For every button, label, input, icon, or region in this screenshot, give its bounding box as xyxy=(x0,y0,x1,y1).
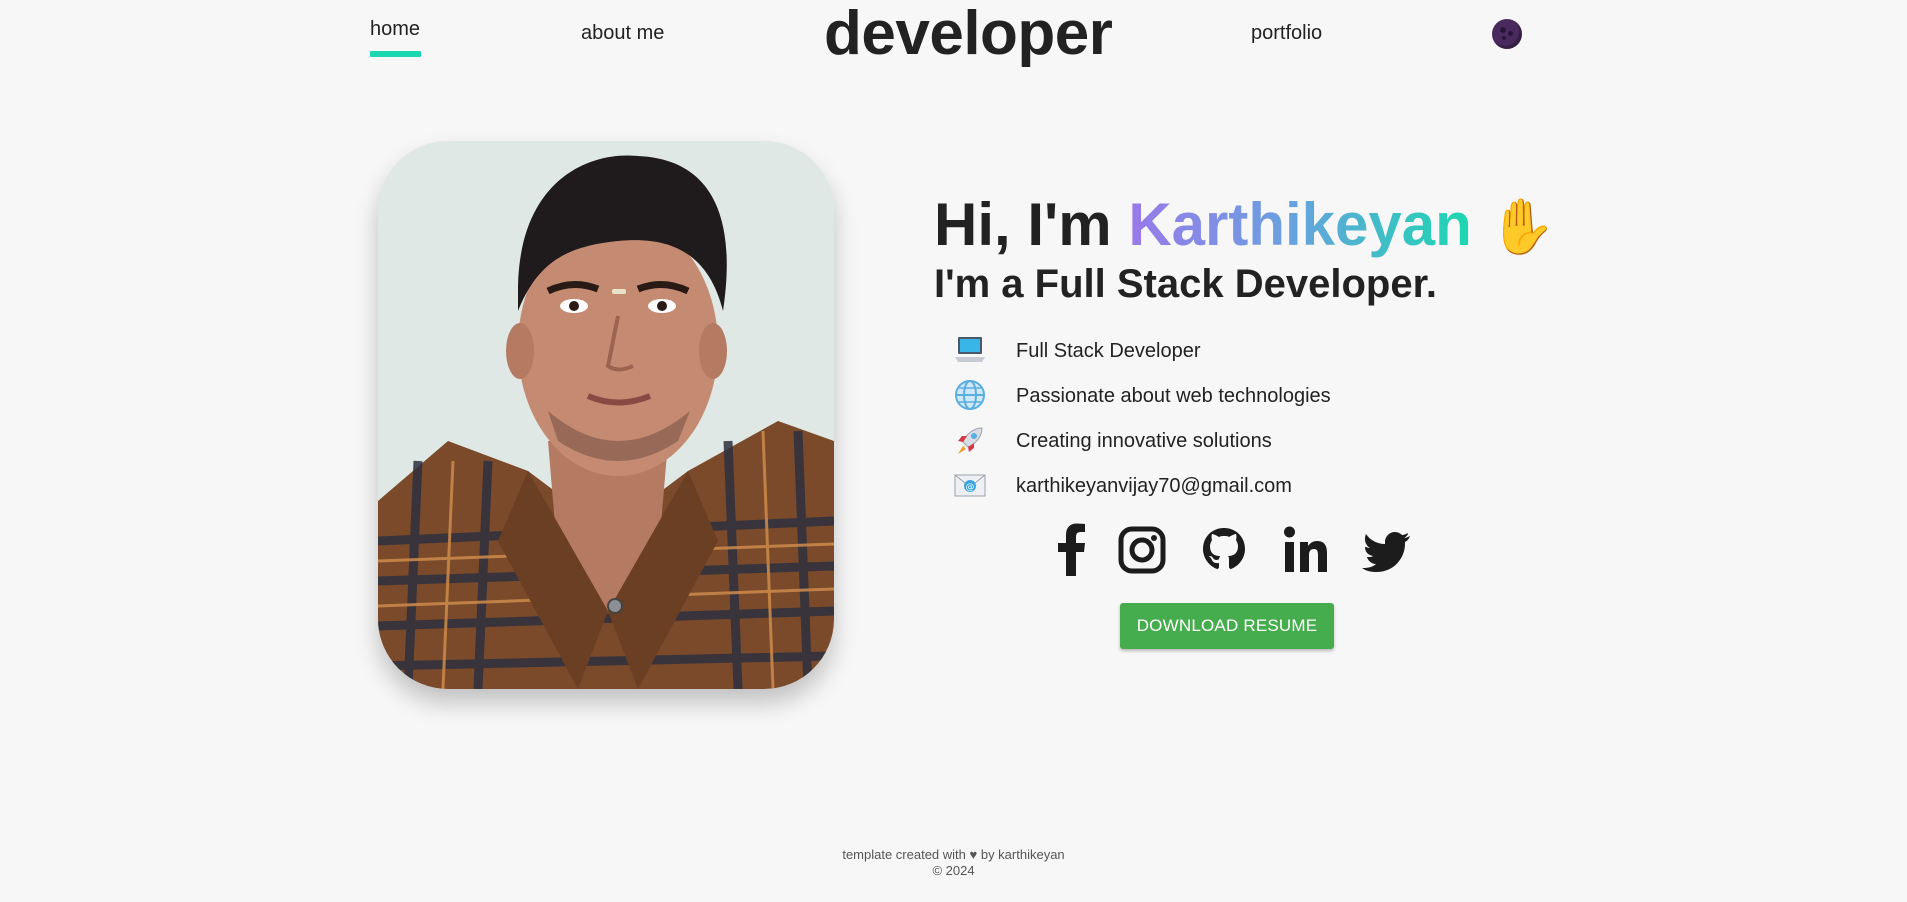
feature-text: Creating innovative solutions xyxy=(1016,430,1272,452)
nav-active-indicator xyxy=(370,51,421,57)
profile-photo-illustration xyxy=(378,141,834,689)
rocket-icon xyxy=(958,427,983,454)
hero-greeting: Hi, I'm xyxy=(934,191,1112,258)
globe-icon xyxy=(955,380,985,410)
email-icon: @ xyxy=(954,474,986,497)
feature-text: Full Stack Developer xyxy=(1016,340,1201,362)
profile-photo xyxy=(378,141,834,689)
feature-text: Passionate about web technologies xyxy=(1016,385,1331,407)
nav-home-link[interactable]: home xyxy=(370,18,421,57)
nav-portfolio-link[interactable]: portfolio xyxy=(1251,22,1322,45)
facebook-icon[interactable] xyxy=(1046,522,1098,578)
nav-home-label: home xyxy=(370,18,421,40)
top-nav: home about me developer portfolio xyxy=(0,0,1907,70)
site-logo[interactable]: developer xyxy=(824,0,1113,69)
theme-toggle-moon-icon[interactable] xyxy=(1492,19,1522,49)
footer-copyright: © 2024 xyxy=(932,863,975,878)
github-icon[interactable] xyxy=(1198,522,1250,578)
linkedin-icon[interactable] xyxy=(1280,522,1332,578)
instagram-icon[interactable] xyxy=(1116,522,1168,578)
download-resume-button[interactable]: DOWNLOAD RESUME xyxy=(1120,603,1334,649)
laptop-icon xyxy=(955,337,985,362)
waving-hand-icon: ✋ xyxy=(1488,197,1556,257)
twitter-icon[interactable] xyxy=(1362,522,1414,578)
footer-credit: template created with ♥ by karthikeyan xyxy=(842,847,1065,862)
feature-email[interactable]: karthikeyanvijay70@gmail.com xyxy=(1016,475,1292,498)
nav-about-link[interactable]: about me xyxy=(581,22,664,45)
social-links xyxy=(1046,522,1416,582)
svg-text:@: @ xyxy=(966,483,975,493)
hero-subtitle: I'm a Full Stack Developer. xyxy=(934,262,1438,306)
hero-name: Karthikeyan xyxy=(1128,191,1472,258)
footer: template created with ♥ by karthikeyan ©… xyxy=(0,847,1907,879)
hero-heading: Hi, I'm Karthikeyan ✋ xyxy=(934,190,1556,259)
